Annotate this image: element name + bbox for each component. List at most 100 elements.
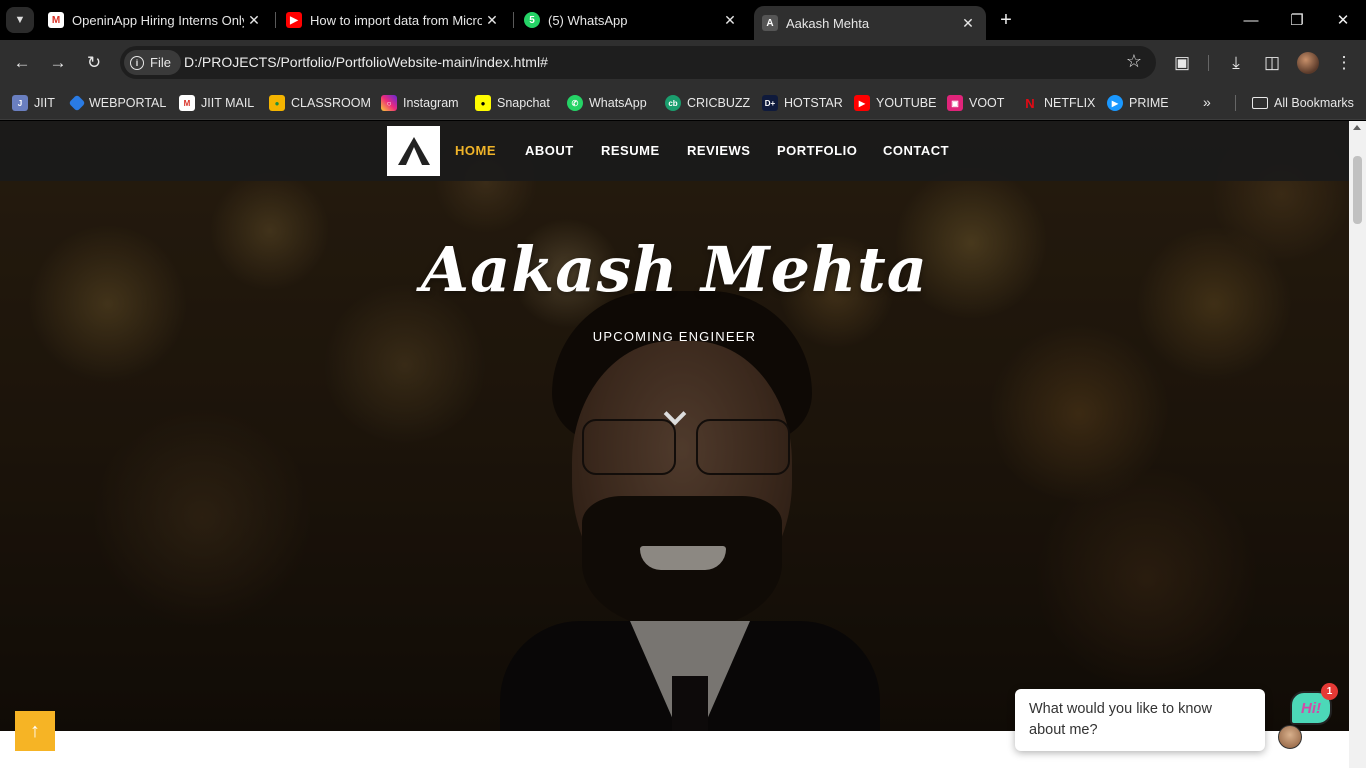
- bookmark-classroom[interactable]: ● CLASSROOM: [269, 92, 371, 114]
- bookmark-snapchat[interactable]: ● Snapchat: [475, 92, 550, 114]
- all-bookmarks-label: All Bookmarks: [1274, 96, 1354, 110]
- toolbar-divider: [1208, 55, 1209, 71]
- bookmarks-bar: J JIIT WEBPORTAL M JIIT MAIL ● CLASSROOM ○ I…: [0, 86, 1366, 120]
- close-icon[interactable]: ✕: [720, 12, 740, 29]
- tab-gmail[interactable]: M OpeninApp Hiring Interns Only ✕: [40, 0, 272, 40]
- jiit-icon: J: [12, 95, 28, 111]
- youtube-icon: ▶: [854, 95, 870, 111]
- bookmark-label: WhatsApp: [589, 96, 647, 110]
- bookmark-jiit-mail[interactable]: M JIIT MAIL: [179, 92, 254, 114]
- minimize-button[interactable]: —: [1228, 0, 1274, 40]
- hero-section: HOME ABOUT RESUME REVIEWS PORTFOLIO CONT…: [0, 121, 1349, 731]
- bookmark-hotstar[interactable]: D+ HOTSTAR: [762, 92, 843, 114]
- side-panel-icon[interactable]: ◫: [1260, 51, 1284, 75]
- tab-whatsapp[interactable]: 5 (5) WhatsApp ✕: [516, 0, 748, 40]
- nav-about[interactable]: ABOUT: [525, 143, 574, 158]
- tab-title: (5) WhatsApp: [548, 12, 628, 28]
- bookmark-label: JIIT: [34, 96, 55, 110]
- toolbar: ← → ↻ i File D:/PROJECTS/Portfolio/Portf…: [0, 40, 1366, 86]
- whatsapp-icon: 5: [524, 12, 540, 28]
- bookmark-label: JIIT MAIL: [201, 96, 255, 110]
- tab-strip: ▼ M OpeninApp Hiring Interns Only ✕ ▶ Ho…: [0, 0, 1366, 40]
- close-icon[interactable]: ✕: [482, 12, 502, 29]
- site-nav: HOME ABOUT RESUME REVIEWS PORTFOLIO CONT…: [0, 121, 1349, 181]
- hero-name: Aakash Mehta: [421, 233, 928, 306]
- whatsapp-icon: ✆: [567, 95, 583, 111]
- back-to-top-button[interactable]: ↑: [15, 711, 55, 751]
- nav-portfolio[interactable]: PORTFOLIO: [777, 143, 857, 158]
- bookmark-star-icon[interactable]: ☆: [1126, 51, 1142, 72]
- voot-icon: ▣: [947, 95, 963, 111]
- scrollbar-thumb[interactable]: [1353, 156, 1362, 224]
- bookmark-label: CRICBUZZ: [687, 96, 751, 110]
- bookmark-label: CLASSROOM: [291, 96, 371, 110]
- hotstar-icon: D+: [762, 95, 778, 111]
- hero-subtitle: UPCOMING ENGINEER: [592, 329, 757, 344]
- bookmark-whatsapp[interactable]: ✆ WhatsApp: [567, 92, 647, 114]
- bookmark-label: VOOT: [969, 96, 1005, 110]
- site-info-chip[interactable]: i File: [124, 50, 181, 75]
- site-logo[interactable]: [387, 126, 440, 176]
- tab-youtube[interactable]: ▶ How to import data from Micro ✕: [278, 0, 510, 40]
- tab-portfolio[interactable]: A Aakash Mehta ✕: [754, 6, 986, 40]
- back-button[interactable]: ←: [10, 51, 34, 75]
- new-tab-button[interactable]: +: [994, 8, 1018, 32]
- tab-separator: [275, 12, 276, 28]
- bookmark-label: YOUTUBE: [876, 96, 937, 110]
- bookmark-netflix[interactable]: N NETFLIX: [1022, 92, 1095, 114]
- nav-contact[interactable]: CONTACT: [883, 143, 949, 158]
- page-scrollbar[interactable]: [1349, 121, 1366, 768]
- snapchat-icon: ●: [475, 95, 491, 111]
- bookmark-voot[interactable]: ▣ VOOT: [947, 92, 1004, 114]
- nav-reviews[interactable]: REVIEWS: [687, 143, 750, 158]
- nav-home[interactable]: HOME: [455, 143, 496, 158]
- scroll-up-arrow-icon[interactable]: [1353, 125, 1361, 130]
- scheme-label: File: [150, 55, 171, 70]
- arrow-up-icon: ↑: [30, 719, 40, 742]
- netflix-icon: N: [1025, 95, 1035, 111]
- bookmark-label: Snapchat: [497, 96, 550, 110]
- restore-button[interactable]: ❐: [1274, 0, 1320, 40]
- chat-avatar-icon: [1278, 725, 1302, 749]
- forward-button[interactable]: →: [46, 51, 70, 75]
- bookmarks-divider: [1235, 95, 1236, 111]
- address-bar[interactable]: i File D:/PROJECTS/Portfolio/PortfolioWe…: [120, 46, 1156, 79]
- bookmark-webportal[interactable]: WEBPORTAL: [68, 92, 167, 114]
- prime-icon: ▶: [1107, 95, 1123, 111]
- tab-title: OpeninApp Hiring Interns Only: [72, 12, 244, 28]
- download-icon[interactable]: ⤓: [1224, 51, 1248, 75]
- close-icon[interactable]: ✕: [958, 15, 978, 32]
- gmail-icon: M: [179, 95, 195, 111]
- close-window-button[interactable]: ✕: [1320, 0, 1366, 40]
- tab-title: How to import data from Micro: [310, 12, 482, 28]
- reload-button[interactable]: ↻: [82, 51, 106, 75]
- tab-search-button[interactable]: ▼: [6, 7, 34, 33]
- bookmark-label: WEBPORTAL: [89, 96, 167, 110]
- scroll-down-chevron-icon[interactable]: [663, 406, 685, 428]
- menu-icon[interactable]: ⋮: [1332, 51, 1356, 75]
- chat-prompt-bubble[interactable]: What would you like to know about me?: [1015, 689, 1265, 751]
- close-icon[interactable]: ✕: [244, 12, 264, 29]
- notification-badge: 1: [1321, 683, 1338, 700]
- bookmark-label: HOTSTAR: [784, 96, 843, 110]
- url-text[interactable]: D:/PROJECTS/Portfolio/PortfolioWebsite-m…: [184, 54, 548, 70]
- more-bookmarks-icon[interactable]: »: [1203, 94, 1211, 110]
- cricbuzz-icon: cb: [665, 95, 681, 111]
- chat-launcher-button[interactable]: Hi! 1: [1276, 683, 1338, 751]
- info-icon: i: [130, 55, 144, 70]
- bookmark-cricbuzz[interactable]: cb CRICBUZZ: [665, 92, 750, 114]
- extensions-icon[interactable]: ▣: [1170, 51, 1194, 75]
- bookmark-youtube[interactable]: ▶ YOUTUBE: [854, 92, 936, 114]
- bookmark-label: Instagram: [403, 96, 459, 110]
- gmail-icon: M: [48, 12, 64, 28]
- all-bookmarks-button[interactable]: All Bookmarks: [1252, 92, 1354, 114]
- bookmark-label: NETFLIX: [1044, 96, 1096, 110]
- portfolio-logo-icon: A: [762, 15, 778, 31]
- profile-avatar[interactable]: [1297, 52, 1319, 74]
- youtube-icon: ▶: [286, 12, 302, 28]
- bookmark-instagram[interactable]: ○ Instagram: [381, 92, 459, 114]
- bookmark-prime[interactable]: ▶ PRIME: [1107, 92, 1169, 114]
- bookmark-jiit[interactable]: J JIIT: [12, 92, 55, 114]
- instagram-icon: ○: [381, 95, 397, 111]
- nav-resume[interactable]: RESUME: [601, 143, 660, 158]
